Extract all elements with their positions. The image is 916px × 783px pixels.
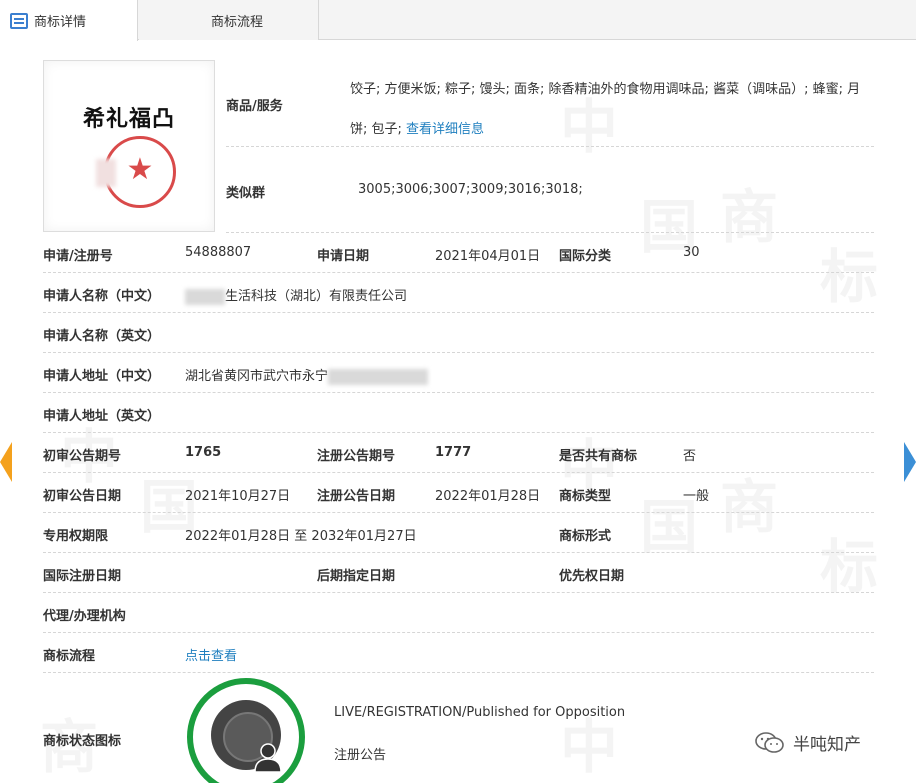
- priority-label: 优先权日期: [559, 569, 625, 584]
- intl-class-label: 国际分类: [559, 249, 612, 264]
- divider: [43, 632, 874, 633]
- divider: [43, 472, 874, 473]
- reg-pub-date-value: 2022年01月28日: [435, 489, 541, 504]
- app-date-label: 申请日期: [317, 249, 370, 264]
- divider: [43, 392, 874, 393]
- divider: [226, 232, 874, 233]
- divider: [43, 432, 874, 433]
- redacted-area: [328, 368, 429, 385]
- address-cn-label: 申请人地址（中文）: [43, 369, 161, 384]
- tab-label: 商标流程: [211, 14, 264, 30]
- status-icon-label: 商标状态图标: [43, 734, 122, 749]
- shared-value: 否: [683, 449, 697, 464]
- mark-type-label: 商标类型: [559, 489, 612, 504]
- next-arrow-icon[interactable]: [904, 438, 916, 486]
- divider: [43, 552, 874, 553]
- redacted-area: [185, 288, 225, 305]
- flow-label: 商标流程: [43, 649, 96, 664]
- person-icon: [254, 743, 282, 772]
- mark-form-label: 商标形式: [559, 529, 612, 544]
- watermark-char: 商: [720, 170, 778, 254]
- goods-services-value: 饺子; 方便米饭; 粽子; 馒头; 面条; 除香精油外的食物用调味品; 酱菜（调…: [350, 70, 875, 150]
- reg-pub-no-label: 注册公告期号: [317, 449, 396, 464]
- later-date-label: 后期指定日期: [317, 569, 396, 584]
- shared-label: 是否共有商标: [559, 449, 638, 464]
- similar-group-value: 3005;3006;3007;3009;3016;3018;: [358, 182, 583, 197]
- redacted-area: [96, 159, 116, 187]
- applicant-cn-text: 生活科技（湖北）有限责任公司: [225, 289, 408, 304]
- prelim-date-value: 2021年10月27日: [185, 489, 291, 504]
- exclusive-value: 2022年01月28日 至 2032年01月27日: [185, 529, 417, 544]
- tab-label: 商标详情: [34, 15, 87, 30]
- wechat-account-name: 半吨知产: [793, 735, 861, 755]
- wechat-watermark: 半吨知产: [755, 730, 861, 755]
- status-text-en: LIVE/REGISTRATION/Published for Oppositi…: [334, 705, 626, 720]
- trademark-image[interactable]: 希礼福凸 ★: [43, 60, 215, 232]
- address-en-label: 申请人地址（英文）: [43, 409, 161, 424]
- reg-no-label: 申请/注册号: [43, 249, 113, 264]
- prelim-no-value: 1765: [185, 445, 222, 460]
- list-grid-icon: [189, 13, 205, 27]
- intl-class-value: 30: [683, 245, 700, 260]
- previous-arrow-icon[interactable]: [0, 438, 12, 486]
- tab-trademark-detail[interactable]: 商标详情: [0, 0, 138, 41]
- tab-trademark-flow[interactable]: 商标流程: [139, 0, 319, 40]
- address-cn-value: 湖北省黄冈市武穴市永宁: [185, 365, 429, 385]
- divider: [43, 592, 874, 593]
- app-date-value: 2021年04月01日: [435, 249, 541, 264]
- divider: [43, 352, 874, 353]
- reg-pub-date-label: 注册公告日期: [317, 489, 396, 504]
- divider: [226, 146, 874, 147]
- reg-pub-no-value: 1777: [435, 445, 472, 460]
- view-flow-link[interactable]: 点击查看: [185, 645, 237, 664]
- status-text-cn: 注册公告: [334, 748, 387, 763]
- wechat-icon: [755, 731, 784, 753]
- list-icon: [10, 12, 28, 29]
- reg-no-value: 54888807: [185, 245, 252, 260]
- tab-bar: 商标详情 商标流程: [0, 0, 916, 41]
- divider: [43, 312, 874, 313]
- divider: [43, 672, 874, 673]
- status-badge-icon: [187, 678, 305, 783]
- exclusive-label: 专用权期限: [43, 529, 109, 544]
- applicant-en-label: 申请人名称（英文）: [43, 329, 161, 344]
- prelim-no-label: 初审公告期号: [43, 449, 122, 464]
- agent-label: 代理/办理机构: [43, 609, 126, 624]
- prelim-date-label: 初审公告日期: [43, 489, 122, 504]
- view-details-link[interactable]: 查看详细信息: [406, 122, 484, 137]
- similar-group-label: 类似群: [226, 186, 266, 201]
- intl-reg-date-label: 国际注册日期: [43, 569, 122, 584]
- goods-services-label: 商品/服务: [226, 99, 283, 114]
- applicant-cn-value: 生活科技（湖北）有限责任公司: [185, 285, 407, 305]
- trademark-image-text: 希礼福凸: [82, 106, 175, 132]
- divider: [43, 272, 874, 273]
- applicant-cn-label: 申请人名称（中文）: [43, 289, 161, 304]
- address-cn-text: 湖北省黄冈市武穴市永宁: [185, 369, 329, 384]
- divider: [43, 512, 874, 513]
- mark-type-value: 一般: [683, 489, 710, 504]
